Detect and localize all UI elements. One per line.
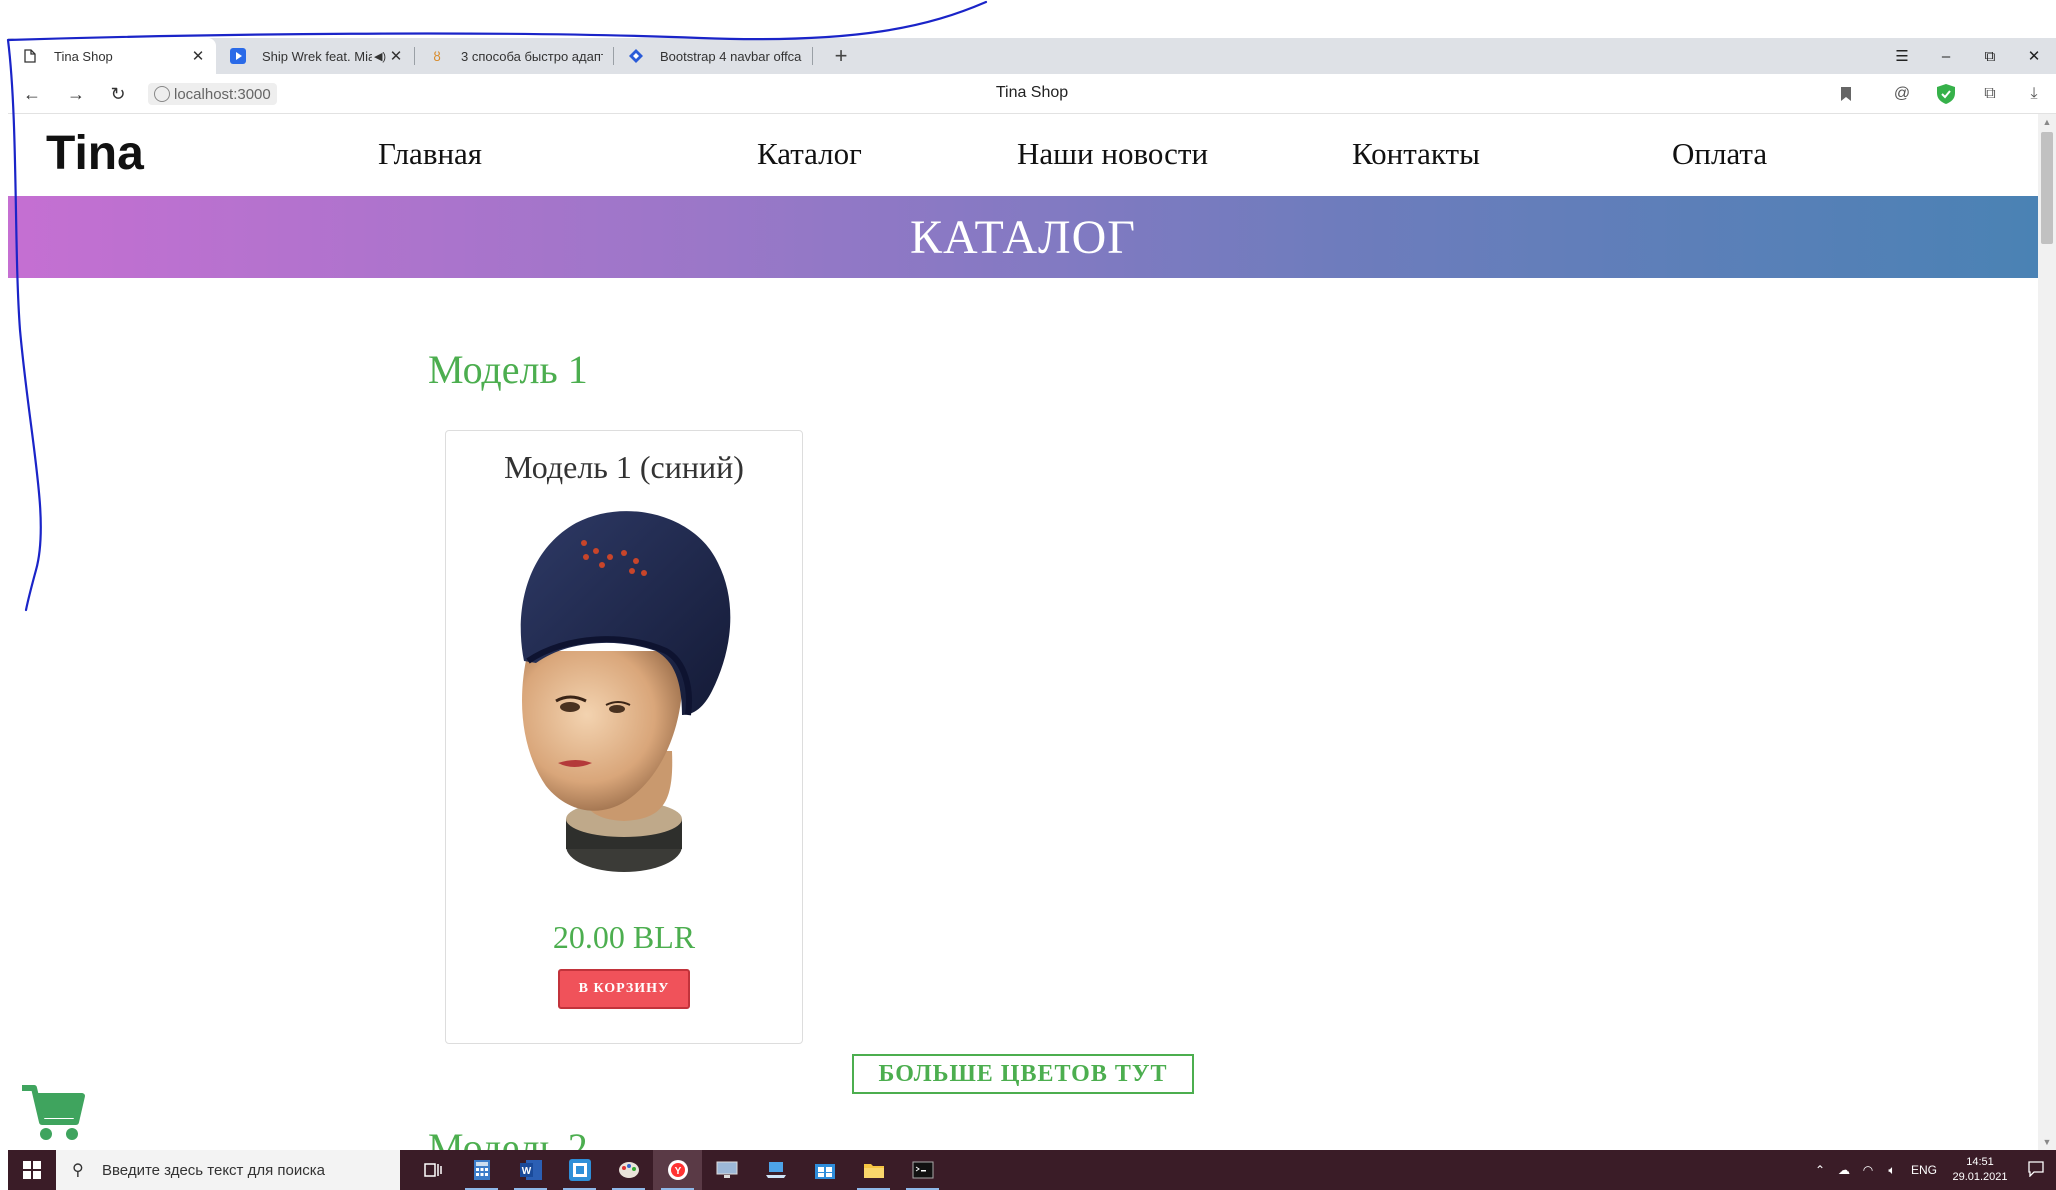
product-price: 20.00 BLR: [552, 919, 696, 955]
at-sign-icon[interactable]: @: [1880, 85, 1924, 103]
taskbar: ⚲ Введите здесь текст для поиска W Y ⌃ ☁…: [8, 1150, 2056, 1190]
browser-tab-bar: Tina Shop ✕ Ship Wrek feat. Mia ◀︎) ✕ ȣ …: [8, 38, 2056, 74]
store-icon[interactable]: [800, 1150, 849, 1190]
system-tray: ⌃ ☁ ◠ 🔈︎ ENG 14:51 29.01.2021: [1808, 1150, 2056, 1190]
close-window-icon[interactable]: ✕: [2012, 38, 2056, 74]
address-bar: ← → ↻ Tina Shop localhost:3000 @ ⧉ ⤓: [8, 74, 2056, 114]
language-indicator[interactable]: ENG: [1904, 1163, 1944, 1177]
tab-tina-shop[interactable]: Tina Shop ✕: [8, 38, 216, 74]
product-image: [520, 511, 731, 872]
tab-title: Ship Wrek feat. Mia: [262, 48, 372, 64]
laptop-icon[interactable]: [751, 1150, 800, 1190]
search-icon: ⚲: [72, 1162, 84, 1179]
clock[interactable]: 14:51 29.01.2021: [1944, 1155, 2016, 1185]
taskbar-apps: W Y: [408, 1150, 947, 1190]
menu-icon[interactable]: ☰: [1880, 38, 1924, 74]
notifications-icon[interactable]: [2016, 1160, 2056, 1180]
add-to-cart-button[interactable]: В КОРЗИНУ: [558, 969, 690, 1009]
site-logo[interactable]: Tina: [46, 126, 144, 181]
tab-title: Bootstrap 4 navbar offcanv: [660, 48, 802, 64]
new-tab-button[interactable]: +: [827, 42, 855, 70]
terminal-icon[interactable]: [898, 1150, 947, 1190]
svg-text:Y: Y: [674, 1166, 681, 1177]
scroll-up-icon[interactable]: ▲: [2038, 114, 2056, 130]
tab-3-sposoba[interactable]: ȣ 3 способа быстро адапти: [415, 38, 613, 74]
tab-bootstrap[interactable]: Bootstrap 4 navbar offcanv: [614, 38, 812, 74]
tab-title: 3 способа быстро адапти: [461, 48, 603, 64]
product-title: Модель 1 (синий): [504, 449, 744, 485]
tab-ship-wrek[interactable]: Ship Wrek feat. Mia ◀︎) ✕: [216, 38, 414, 74]
chevron-up-icon[interactable]: ⌃: [1808, 1163, 1832, 1177]
banner-title: КАТАЛОГ: [909, 210, 1137, 264]
task-view-icon[interactable]: [408, 1150, 457, 1190]
nav-home[interactable]: Главная: [378, 136, 482, 172]
restore-icon[interactable]: ⧉: [1968, 38, 2012, 74]
clock-date: 29.01.2021: [1952, 1171, 2008, 1183]
next-section-title: Модель 2: [428, 1125, 588, 1150]
extensions-icon[interactable]: ⧉: [1968, 85, 2012, 103]
shield-icon[interactable]: [1924, 84, 1968, 104]
speaker-icon[interactable]: ◀︎): [372, 50, 388, 63]
section-title: Модель 1: [428, 347, 588, 392]
app-icon[interactable]: [555, 1150, 604, 1190]
computer-icon[interactable]: [702, 1150, 751, 1190]
more-colors-button[interactable]: БОЛЬШЕ ЦВЕТОВ ТУТ: [852, 1054, 1194, 1094]
search-placeholder: Введите здесь текст для поиска: [102, 1161, 325, 1179]
close-tab-icon[interactable]: ✕: [190, 47, 206, 65]
windows-start-icon[interactable]: [8, 1150, 56, 1190]
left-whitespace: [0, 0, 8, 1190]
close-tab-icon[interactable]: ✕: [388, 47, 404, 65]
catalog-banner: КАТАЛОГ: [8, 196, 2038, 278]
nav-news[interactable]: Наши новости: [1017, 136, 1208, 172]
nav-contacts[interactable]: Контакты: [1352, 136, 1480, 172]
bookmark-icon[interactable]: [1824, 87, 1868, 101]
url-text: localhost:3000: [174, 85, 271, 103]
window-controls: ☰ – ⧉ ✕: [1880, 38, 2056, 74]
page-title: Tina Shop: [995, 84, 1069, 101]
yandex-browser-icon[interactable]: Y: [653, 1150, 702, 1190]
tab-title: Tina Shop: [54, 48, 113, 64]
scroll-thumb[interactable]: [2041, 132, 2053, 244]
minimize-icon[interactable]: –: [1924, 38, 1968, 74]
website: Tina Главная Каталог Наши новости Контак…: [8, 114, 2038, 1150]
svg-text:W: W: [521, 1166, 531, 1177]
word-icon[interactable]: W: [506, 1150, 555, 1190]
page-scrollbar[interactable]: ▲ ▼: [2038, 114, 2056, 1150]
volume-icon[interactable]: 🔈︎: [1880, 1163, 1904, 1178]
product-card: Модель 1 (синий) 20.00 BLR В КОРЗИНУ: [445, 430, 803, 1044]
download-icon[interactable]: ⤓: [2012, 85, 2056, 103]
browser-tools: @ ⧉ ⤓: [1824, 74, 2056, 114]
shopping-cart-icon[interactable]: [20, 1082, 86, 1142]
page-icon: [22, 48, 38, 64]
wifi-icon[interactable]: ◠: [1856, 1163, 1880, 1177]
top-whitespace: [0, 0, 2056, 38]
clock-time: 14:51: [1966, 1156, 1994, 1168]
diamond-icon: [628, 48, 644, 64]
scroll-down-icon[interactable]: ▼: [2038, 1134, 2056, 1150]
globe-icon: [154, 86, 170, 102]
tab-separator: [812, 47, 813, 65]
nav-catalog[interactable]: Каталог: [757, 136, 862, 172]
paint-icon[interactable]: [604, 1150, 653, 1190]
video-icon: [230, 48, 246, 64]
taskbar-search-input[interactable]: ⚲ Введите здесь текст для поиска: [56, 1150, 400, 1190]
cloud-icon[interactable]: ☁: [1832, 1163, 1856, 1177]
nav-payment[interactable]: Оплата: [1672, 136, 1767, 172]
folder-icon[interactable]: [849, 1150, 898, 1190]
flame-icon: ȣ: [433, 48, 441, 64]
calculator-icon[interactable]: [457, 1150, 506, 1190]
url-field[interactable]: localhost:3000: [148, 83, 277, 105]
